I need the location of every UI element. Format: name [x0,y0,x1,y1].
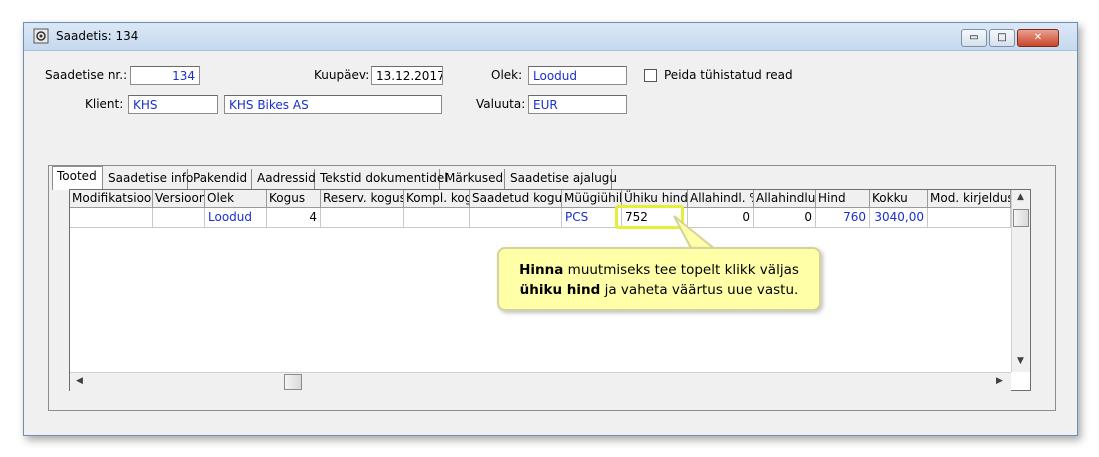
column-header[interactable]: Reserv. kogus [321,190,404,208]
tab-addresses[interactable]: Aadressid [253,169,316,189]
client-label: Klient: [85,97,124,111]
column-header[interactable]: Allahindl. % [688,190,754,208]
status-field[interactable]: Loodud [528,66,627,85]
cell-quantity[interactable]: 4 [267,208,321,228]
date-field[interactable]: 13.12.2017 [371,66,443,85]
column-header[interactable]: Mod. kirjeldus [928,190,1011,208]
column-header[interactable]: Müügiühik [562,190,622,208]
column-header[interactable]: Kompl. kogus [404,190,470,208]
minimize-button[interactable]: ▭ [961,29,987,47]
cell-shipped-qty[interactable] [470,208,562,228]
hide-cancelled-label: Peida tühistatud read [664,68,793,82]
cell-version[interactable] [153,208,205,228]
date-label: Kuupäev: [314,68,370,82]
cell-reserved-qty[interactable] [321,208,404,228]
shipment-window: Saadetis: 134 ▭ □ ✕ Saadetise nr.: 134 K… [23,22,1078,436]
callout-line-1: Hinna muutmiseks tee topelt klikk väljas [499,260,819,280]
tab-history[interactable]: Saadetise ajalugu [506,169,617,189]
cell-modification[interactable] [70,208,153,228]
currency-field[interactable]: EUR [528,95,627,114]
client-code-field[interactable]: KHS [128,95,218,114]
column-header[interactable]: Kogus [267,190,321,208]
horizontal-scroll-thumb[interactable] [284,374,302,390]
column-header[interactable]: Allahindlus [754,190,816,208]
status-label: Olek: [491,68,523,82]
client-name-field[interactable]: KHS Bikes AS [224,95,442,114]
shipment-no-field[interactable]: 134 [130,66,200,85]
callout-bold-2: ühiku hind [519,282,601,298]
vertical-scrollbar[interactable]: ▲ ▼ [1011,190,1030,372]
cell-sales-unit[interactable]: PCS [562,208,622,228]
column-header[interactable]: Saadetud kogus [470,190,562,208]
app-icon [33,28,49,44]
scroll-up-icon[interactable]: ▲ [1017,192,1024,202]
currency-label: Valuuta: [476,97,526,111]
horizontal-scrollbar[interactable]: ◀ ▶ [70,372,1011,391]
callout-text-2: ja vaheta väärtus uue vastu. [600,282,799,298]
help-callout: Hinna muutmiseks tee topelt klikk väljas… [497,247,821,311]
cell-status[interactable]: Loodud [205,208,267,228]
cell-mod-description[interactable] [928,208,1011,228]
tab-packages[interactable]: Pakendid [189,169,252,189]
scroll-right-icon[interactable]: ▶ [996,376,1003,386]
hide-cancelled-checkbox[interactable] [644,69,657,82]
tab-notes[interactable]: Märkused [441,169,505,189]
tab-document-texts[interactable]: Tekstid dokumentidel [316,169,448,189]
column-header[interactable]: Modifikatsioon [70,190,153,208]
shipment-no-label: Saadetise nr.: [45,68,128,82]
column-header[interactable]: Kokku [870,190,928,208]
callout-bold-1: Hinna [519,262,564,278]
cell-price[interactable]: 760 [816,208,870,228]
close-button[interactable]: ✕ [1017,29,1059,47]
tab-shipment-info[interactable]: Saadetise info [104,169,193,189]
tab-strip: Tooted Saadetise info Pakendid Aadressid… [52,166,652,190]
vertical-scroll-thumb[interactable] [1013,209,1029,227]
title-bar[interactable]: Saadetis: 134 ▭ □ ✕ [24,23,1077,51]
cell-total[interactable]: 3040,00 [870,208,928,228]
callout-line-2: ühiku hind ja vaheta väärtus uue vastu. [499,280,819,300]
column-header[interactable]: Olek [205,190,267,208]
tab-products[interactable]: Tooted [52,166,103,190]
window-title: Saadetis: 134 [56,29,139,43]
column-header[interactable]: Versioon [153,190,205,208]
cell-kit-qty[interactable] [404,208,470,228]
maximize-button[interactable]: □ [989,29,1015,47]
callout-text-1: muutmiseks tee topelt klikk väljas [563,262,799,278]
scroll-left-icon[interactable]: ◀ [76,376,83,386]
column-header[interactable]: Hind [816,190,870,208]
scroll-down-icon[interactable]: ▼ [1017,356,1024,366]
cell-discount[interactable]: 0 [754,208,816,228]
